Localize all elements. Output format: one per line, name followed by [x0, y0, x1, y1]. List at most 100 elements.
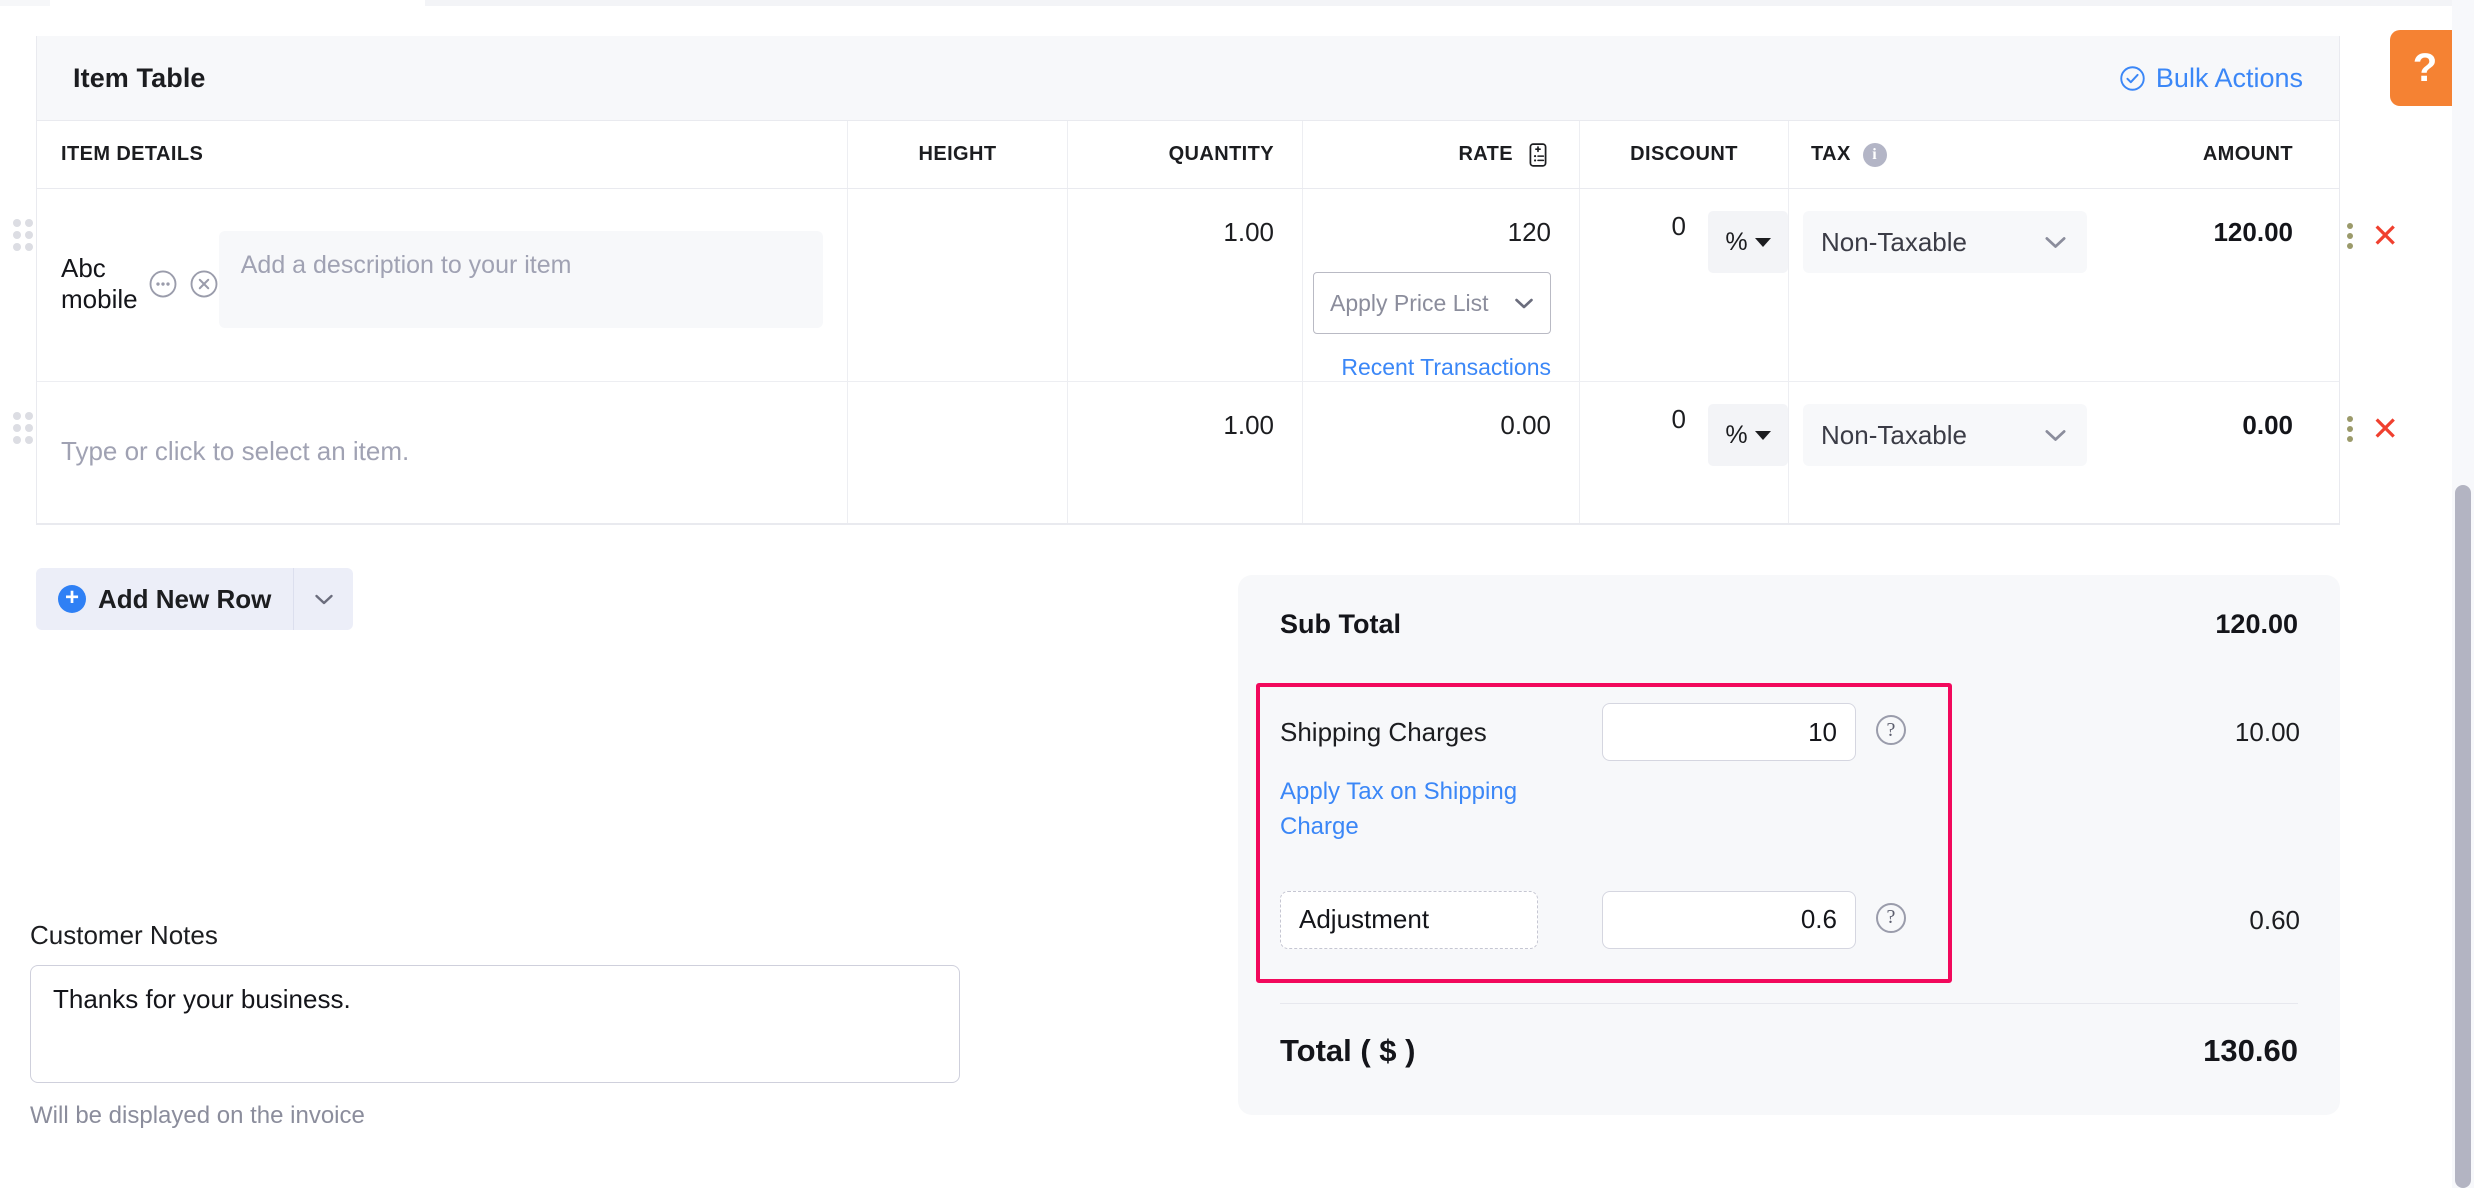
tax-dropdown[interactable]: Non-Taxable: [1803, 211, 2087, 273]
check-circle-icon: [2120, 65, 2145, 91]
discount-unit-dropdown[interactable]: %: [1708, 404, 1788, 466]
totals-divider: [1280, 1003, 2298, 1004]
page-scrollbar-thumb[interactable]: [2455, 485, 2471, 1188]
table-row: Abc mobile Add a description to your ite…: [13, 189, 2399, 382]
shipping-charges-input[interactable]: [1602, 703, 1856, 761]
add-new-row-dropdown[interactable]: [293, 568, 354, 630]
column-header-discount: DISCOUNT: [1579, 121, 1788, 188]
row-amount-cell: 0.00 ✕: [2087, 382, 2399, 523]
question-circle-icon[interactable]: ?: [1876, 902, 1906, 933]
item-description-input[interactable]: Add a description to your item: [218, 231, 823, 328]
bulk-actions-label: Bulk Actions: [2155, 62, 2303, 93]
item-table-header-bar: Item Table Bulk Actions: [37, 36, 2339, 121]
caret-down-icon: [1754, 430, 1771, 440]
discount-unit-dropdown[interactable]: %: [1708, 211, 1788, 273]
invoice-item-table-page: Item Table Bulk Actions ITEM DETAILS HEI…: [0, 0, 2474, 1188]
adjustment-name-input[interactable]: [1280, 890, 1538, 949]
red-x-icon[interactable]: ✕: [2371, 219, 2399, 252]
quantity-value: 1.00: [1223, 410, 1274, 440]
top-edge-left: [0, 0, 50, 6]
add-new-row-label: Add New Row: [98, 583, 272, 614]
row-rate-cell[interactable]: 0.00: [1302, 382, 1579, 523]
rate-value[interactable]: 120: [1508, 217, 1551, 248]
customer-notes-section: Customer Notes Will be displayed on the …: [30, 920, 970, 1130]
row-amount-cell: 120.00 ✕: [2087, 189, 2399, 381]
top-edge-right: [425, 0, 2474, 6]
apply-price-list-dropdown[interactable]: Apply Price List: [1313, 272, 1551, 334]
customer-notes-label: Customer Notes: [30, 920, 218, 950]
sub-total-value: 120.00: [2215, 609, 2298, 639]
column-header-item-details: ITEM DETAILS: [61, 143, 204, 165]
column-header-tax-label: TAX: [1811, 143, 1851, 165]
info-icon[interactable]: i: [1862, 142, 1887, 167]
chevron-down-icon: [2045, 429, 2066, 441]
apply-tax-on-shipping-link[interactable]: Apply Tax on Shipping Charge: [1280, 775, 1602, 845]
sub-total-label: Sub Total: [1280, 609, 1401, 639]
customer-notes-hint: Will be displayed on the invoice: [30, 1102, 365, 1129]
grand-total-value: 130.60: [2203, 1033, 2298, 1068]
item-table-card: Item Table Bulk Actions ITEM DETAILS HEI…: [13, 36, 2399, 525]
red-x-icon[interactable]: ✕: [2371, 412, 2399, 445]
row-tools: ✕: [2347, 219, 2399, 252]
help-button[interactable]: ?: [2390, 30, 2460, 106]
row-discount-cell: 0 %: [1579, 189, 1788, 381]
adjustment-row: ? 0.60: [1280, 890, 2300, 949]
row-discount-cell: 0 %: [1579, 382, 1788, 523]
row-tax-cell: Non-Taxable: [1788, 189, 2087, 381]
discount-value[interactable]: 0: [1672, 404, 1686, 435]
question-circle-icon[interactable]: ?: [1876, 715, 1906, 745]
row-rate-cell: 120 Apply Price List Recent Transactions: [1302, 189, 1579, 381]
rate-value: 0.00: [1500, 410, 1551, 440]
item-name-placeholder[interactable]: Type or click to select an item.: [61, 436, 409, 467]
column-header-height: HEIGHT: [847, 121, 1067, 188]
grand-total-row: Total ( $ ) 130.60: [1280, 1033, 2298, 1069]
adjustment-amount: 0.60: [2249, 904, 2300, 935]
item-action-icons: [148, 269, 219, 299]
adjustment-value-input[interactable]: [1602, 890, 1856, 949]
row-quantity-cell[interactable]: 1.00: [1067, 189, 1302, 381]
quantity-value: 1.00: [1223, 217, 1274, 247]
kebab-menu-icon[interactable]: [2347, 222, 2354, 249]
shipping-charges-amount: 10.00: [2234, 717, 2300, 747]
tax-dropdown[interactable]: Non-Taxable: [1803, 404, 2087, 466]
ellipsis-circle-icon[interactable]: [148, 269, 178, 299]
page-scrollbar-track[interactable]: [2452, 0, 2474, 1188]
tax-value: Non-Taxable: [1821, 226, 1967, 257]
row-item-cell: Type or click to select an item.: [13, 382, 847, 523]
amount-value: 120.00: [2213, 217, 2293, 247]
plus-circle-icon: +: [58, 585, 86, 613]
customer-notes-input[interactable]: [30, 965, 960, 1083]
table-column-headers: ITEM DETAILS HEIGHT QUANTITY RATE DISCOU…: [37, 121, 2339, 189]
grand-total-label: Total ( $ ): [1280, 1033, 1416, 1068]
add-new-row-button[interactable]: + Add New Row: [36, 568, 294, 630]
item-name[interactable]: Abc mobile: [61, 253, 148, 315]
discount-unit-label: %: [1725, 420, 1748, 449]
shipping-charges-row: Shipping Charges ? 10.00: [1280, 703, 2300, 761]
bulk-actions-button[interactable]: Bulk Actions: [2119, 63, 2303, 94]
column-header-rate-label: RATE: [1458, 143, 1513, 165]
recent-transactions-link[interactable]: Recent Transactions: [1341, 354, 1551, 381]
row-tools: ✕: [2347, 412, 2399, 445]
row-tax-cell: Non-Taxable: [1788, 382, 2087, 523]
row-item-cell: Abc mobile Add a description to your ite…: [13, 189, 847, 381]
price-list-icon[interactable]: [1525, 142, 1551, 168]
amount-value: 0.00: [2242, 410, 2293, 440]
column-header-tax: TAX i: [1788, 121, 2087, 188]
apply-price-list-label: Apply Price List: [1330, 289, 1489, 316]
totals-panel: Sub Total 120.00 Shipping Charges ? 10.0…: [1238, 575, 2340, 1115]
shipping-charges-label: Shipping Charges: [1280, 717, 1487, 747]
table-row: Type or click to select an item. 1.00 0.…: [13, 382, 2399, 524]
kebab-menu-icon[interactable]: [2347, 415, 2354, 442]
row-quantity-cell[interactable]: 1.00: [1067, 382, 1302, 523]
column-header-quantity: QUANTITY: [1067, 121, 1302, 188]
drag-handle-icon[interactable]: [13, 412, 33, 444]
row-height-cell[interactable]: [847, 189, 1067, 381]
close-circle-icon[interactable]: [189, 269, 219, 299]
chevron-down-icon: [1515, 298, 1533, 308]
chevron-down-icon: [315, 594, 333, 604]
discount-unit-label: %: [1725, 227, 1748, 256]
row-height-cell[interactable]: [847, 382, 1067, 523]
drag-handle-icon[interactable]: [13, 219, 33, 251]
discount-value[interactable]: 0: [1672, 211, 1686, 242]
column-header-amount: AMOUNT: [2202, 143, 2293, 165]
